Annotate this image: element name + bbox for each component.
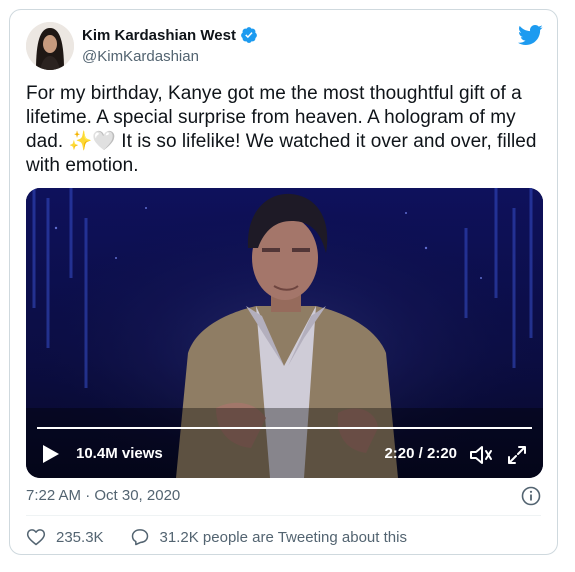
video-time: 2:20 / 2:20	[384, 445, 457, 462]
twitter-bird-icon[interactable]	[517, 24, 543, 46]
video-player[interactable]: 10.4M views 2:20 / 2:20	[26, 188, 543, 478]
tweet-text: For my birthday, Kanye got me the most t…	[26, 82, 546, 178]
author-row: Kim Kardashian West	[82, 26, 258, 44]
verified-badge-icon	[241, 27, 257, 43]
white-heart-emoji: 🤍	[92, 131, 116, 152]
sparkles-emoji: ✨	[68, 131, 93, 152]
like-count: 235.3K	[56, 528, 104, 546]
reply-count: 31.2K people are Tweeting about this	[159, 528, 407, 546]
view-count: 10.4M views	[76, 445, 163, 462]
video-progress-bar[interactable]	[37, 427, 532, 429]
handle[interactable]: @KimKardashian	[82, 48, 199, 65]
display-name[interactable]: Kim Kardashian West	[82, 27, 236, 44]
video-progress-fill	[37, 427, 532, 429]
divider	[26, 515, 541, 516]
play-icon[interactable]	[42, 444, 60, 464]
volume-icon[interactable]	[469, 444, 493, 466]
heart-icon	[26, 529, 46, 546]
video-frame	[26, 188, 543, 478]
tweet-actions: 235.3K 31.2K people are Tweeting about t…	[26, 527, 407, 547]
tweet-timestamp[interactable]: 7:22 AM · Oct 30, 2020	[26, 487, 180, 504]
reply-icon	[131, 529, 148, 546]
like-button[interactable]: 235.3K	[26, 527, 104, 547]
reply-button[interactable]: 31.2K people are Tweeting about this	[130, 527, 407, 547]
avatar[interactable]	[26, 22, 74, 70]
fullscreen-icon[interactable]	[507, 445, 527, 465]
info-icon[interactable]	[521, 486, 541, 506]
tweet-card: Kim Kardashian West @KimKardashian For m…	[9, 9, 558, 555]
